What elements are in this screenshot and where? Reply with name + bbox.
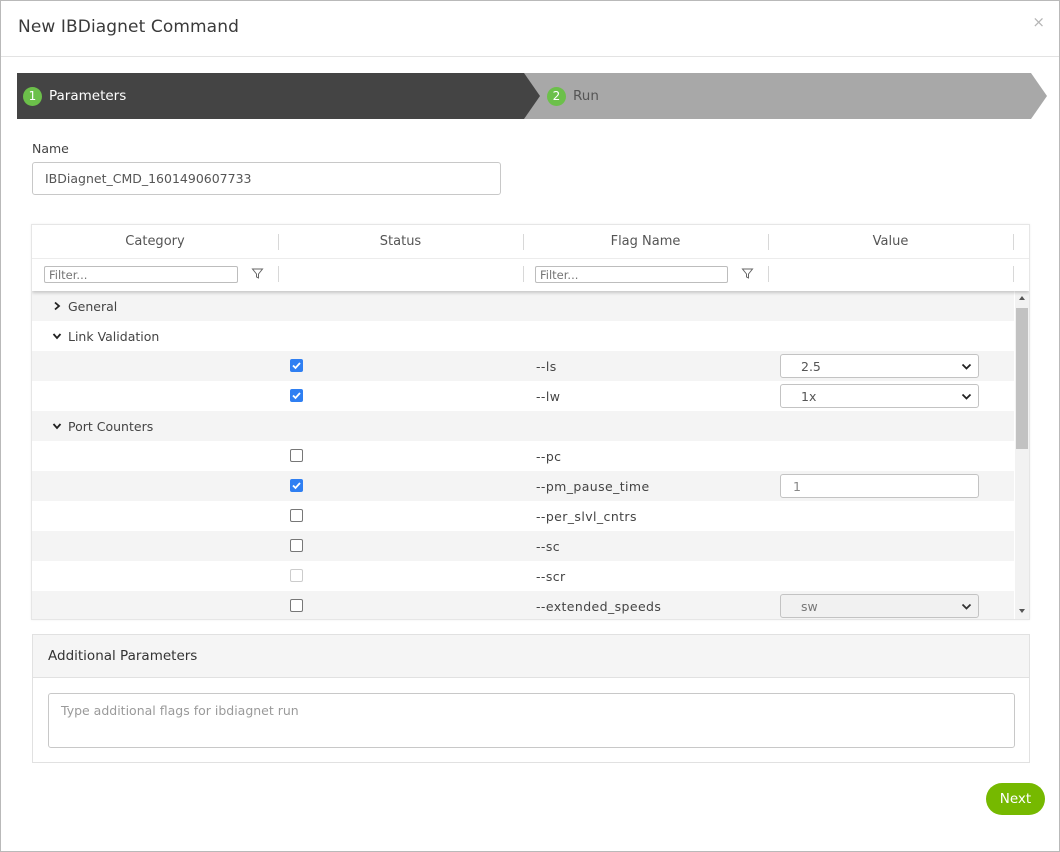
scroll-up-icon[interactable]: [1018, 294, 1026, 302]
column-header-status[interactable]: Status: [278, 225, 523, 258]
chevron-down-icon: [961, 603, 972, 610]
flags-table: Category Status Flag Name Value General: [31, 224, 1030, 620]
group-toggle[interactable]: Port Counters: [52, 411, 153, 441]
wizard-steps: 1 Parameters 2 Run: [17, 73, 1047, 119]
name-input[interactable]: [32, 162, 501, 195]
status-checkbox[interactable]: [290, 479, 303, 492]
table-row: --extended_speeds sw: [32, 591, 1014, 619]
chevron-down-icon: [52, 423, 62, 430]
flag-name: --pm_pause_time: [536, 478, 650, 494]
group-row-link-validation[interactable]: Link Validation: [32, 321, 1014, 351]
column-header-category[interactable]: Category: [32, 225, 278, 258]
checkmark-icon: [292, 392, 301, 400]
header-divider: [32, 258, 1029, 259]
column-divider: [523, 266, 524, 282]
flag-name: --lw: [536, 388, 561, 404]
column-header-value[interactable]: Value: [768, 225, 1013, 258]
name-label: Name: [32, 141, 69, 156]
close-icon[interactable]: ×: [1032, 15, 1045, 30]
column-divider: [1013, 266, 1014, 282]
panel-title: Additional Parameters: [48, 648, 198, 664]
panel-header: Additional Parameters: [33, 635, 1029, 678]
value-number-input[interactable]: 1: [780, 474, 979, 498]
table-header: Category Status Flag Name Value: [32, 225, 1029, 291]
table-row: --per_slvl_cntrs: [32, 501, 1014, 531]
ibdiagnet-dialog: New IBDiagnet Command × 1 Parameters 2 R…: [0, 0, 1060, 852]
step-number-badge: 2: [547, 86, 566, 106]
group-toggle[interactable]: General: [52, 291, 117, 321]
column-header-flag-name[interactable]: Flag Name: [523, 225, 768, 258]
step-label: Run: [573, 88, 599, 104]
wizard-chevrons: [17, 73, 1047, 119]
flag-name: --ls: [536, 358, 557, 374]
status-checkbox[interactable]: [290, 539, 303, 552]
status-checkbox[interactable]: [290, 389, 303, 402]
checkmark-icon: [292, 362, 301, 370]
filter-icon[interactable]: [251, 267, 264, 280]
flag-name: --per_slvl_cntrs: [536, 508, 637, 524]
select-value: 1x: [801, 388, 817, 404]
chevron-down-icon: [961, 393, 972, 400]
chevron-down-icon: [52, 333, 62, 340]
column-divider: [1013, 234, 1014, 250]
filter-icon[interactable]: [741, 267, 754, 280]
next-button[interactable]: Next: [986, 783, 1045, 815]
status-checkbox-disabled: [290, 569, 303, 582]
select-value: 2.5: [801, 358, 821, 374]
scroll-down-icon[interactable]: [1018, 607, 1026, 615]
dialog-header: New IBDiagnet Command ×: [1, 1, 1059, 57]
table-row: --ls 2.5: [32, 351, 1014, 381]
select-value: sw: [801, 598, 818, 614]
step-number-badge: 1: [23, 86, 42, 106]
status-checkbox[interactable]: [290, 359, 303, 372]
column-divider: [278, 266, 279, 282]
table-row: --scr: [32, 561, 1014, 591]
chevron-right-icon: [54, 301, 61, 311]
table-row: --sc: [32, 531, 1014, 561]
step-label: Parameters: [49, 88, 127, 104]
group-toggle[interactable]: Link Validation: [52, 321, 159, 351]
value-select[interactable]: 1x: [780, 384, 979, 408]
table-row: --pc: [32, 441, 1014, 471]
value-select-disabled: sw: [780, 594, 979, 618]
flag-name-filter-input[interactable]: [535, 266, 728, 283]
group-row-general[interactable]: General: [32, 291, 1014, 321]
wizard-step-parameters[interactable]: 1 Parameters: [23, 73, 126, 119]
status-checkbox[interactable]: [290, 449, 303, 462]
dialog-title: New IBDiagnet Command: [18, 17, 239, 37]
group-row-port-counters[interactable]: Port Counters: [32, 411, 1014, 441]
table-row: --pm_pause_time 1: [32, 471, 1014, 501]
additional-parameters-panel: Additional Parameters: [32, 634, 1030, 763]
flag-name: --sc: [536, 538, 561, 554]
status-checkbox[interactable]: [290, 599, 303, 612]
chevron-down-icon: [961, 363, 972, 370]
group-label: Link Validation: [68, 328, 160, 344]
value-select[interactable]: 2.5: [780, 354, 979, 378]
flag-name: --extended_speeds: [536, 598, 662, 614]
table-row: --lw 1x: [32, 381, 1014, 411]
additional-flags-textarea[interactable]: [48, 693, 1015, 748]
category-filter-input[interactable]: [44, 266, 238, 283]
vertical-scrollbar[interactable]: [1015, 291, 1029, 619]
scrollbar-thumb[interactable]: [1016, 308, 1028, 449]
group-label: General: [68, 298, 118, 314]
checkmark-icon: [292, 482, 301, 490]
status-checkbox[interactable]: [290, 509, 303, 522]
flag-name: --scr: [536, 568, 566, 584]
group-label: Port Counters: [68, 418, 154, 434]
column-divider: [768, 266, 769, 282]
wizard-step-run[interactable]: 2 Run: [547, 73, 599, 119]
flag-name: --pc: [536, 448, 562, 464]
input-value: 1: [793, 478, 801, 494]
